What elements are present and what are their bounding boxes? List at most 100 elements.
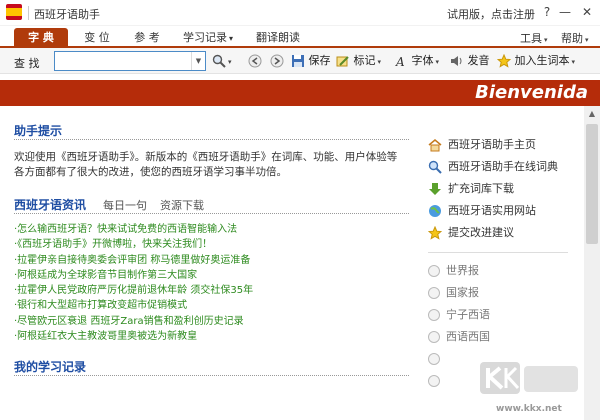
radio-icon [428, 331, 440, 343]
menu-help[interactable]: 帮助 ▾ [561, 30, 589, 46]
banner-title: Bienvenida [475, 82, 588, 103]
tab-reference[interactable]: 参 考 [122, 28, 172, 48]
welcome-banner: Bienvenida [0, 80, 600, 106]
link-useful-sites-label: 西班牙语实用网站 [448, 204, 536, 217]
watermark: www.kkx.net [478, 358, 588, 418]
paper-xiyu-xiguo[interactable]: 西语西国 [428, 328, 490, 346]
toolbar: 查 找 ▼ ▾ 保存 标记 ▾ A 字体 ▾ 发音 加入生词本 ▾ [0, 48, 600, 74]
link-feedback-label: 提交改进建议 [448, 226, 514, 239]
chevron-down-icon: ▾ [228, 58, 232, 66]
magnifier-icon [428, 160, 442, 174]
font-button[interactable]: A 字体 ▾ [394, 53, 439, 69]
save-button-label: 保存 [308, 54, 331, 67]
chevron-down-icon: ▾ [435, 58, 440, 66]
news-item[interactable]: ·《西班牙语助手》开微博啦，快来关注我们！ [14, 237, 409, 252]
news-item[interactable]: ·阿根廷红衣大主教波哥里奥被选为新教皇 [14, 329, 409, 344]
menu-help-label: 帮助 [561, 32, 583, 45]
paper-label: 西语西国 [446, 330, 490, 343]
font-a-icon: A [395, 55, 405, 68]
tab-translate[interactable]: 翻译朗读 [246, 28, 310, 48]
menu-tools[interactable]: 工具 ▾ [520, 30, 548, 46]
window-title: 西班牙语助手 [34, 8, 100, 21]
star-icon [428, 226, 442, 240]
tips-title: 助手提示 [14, 124, 63, 138]
paper-label: 国家报 [446, 286, 479, 299]
register-link[interactable]: 试用版，点击注册 [447, 6, 535, 22]
svg-text:A: A [395, 55, 405, 68]
tab-study-record[interactable]: 学习记录 ▾ [176, 28, 240, 48]
tab-dictionary[interactable]: 字 典 [14, 28, 68, 48]
link-homepage[interactable]: 西班牙语助手主页 [428, 136, 536, 154]
radio-extra[interactable] [428, 372, 446, 390]
records-title[interactable]: 我的学习记录 [14, 358, 86, 375]
help-button[interactable]: ? [538, 4, 556, 20]
news-title[interactable]: 西班牙语资讯 [14, 196, 86, 213]
radio-icon [428, 375, 440, 387]
paper-el-pais[interactable]: 国家报 [428, 284, 479, 302]
link-dict-download-label: 扩充词库下载 [448, 182, 514, 195]
magnifier-icon [212, 54, 226, 68]
paper-label: 宁子西语 [446, 308, 490, 321]
link-dict-download[interactable]: 扩充词库下载 [428, 180, 514, 198]
find-label: 查 找 [14, 57, 40, 70]
chevron-down-icon: ▾ [585, 36, 589, 44]
speak-button[interactable]: 发音 [450, 53, 490, 69]
section-divider [14, 139, 409, 140]
back-button[interactable] [248, 53, 262, 69]
download-arrow-icon [429, 183, 441, 195]
watermark-url: www.kkx.net [496, 404, 562, 414]
news-item[interactable]: ·尽管欧元区衰退 西班牙Zara销售和盈利创历史记录 [14, 314, 409, 329]
radio-icon [428, 353, 440, 365]
search-input[interactable] [55, 52, 191, 70]
scroll-thumb[interactable] [586, 124, 598, 244]
close-button[interactable]: ✕ [578, 4, 596, 20]
forward-button[interactable] [270, 53, 284, 69]
paper-el-mundo[interactable]: 世界报 [428, 262, 479, 280]
link-online-dictionary[interactable]: 西班牙语助手在线词典 [428, 158, 558, 176]
font-button-label: 字体 [411, 54, 434, 67]
panel-divider [428, 252, 568, 253]
link-online-dictionary-label: 西班牙语助手在线词典 [448, 160, 558, 173]
title-bar: 西班牙语助手 试用版，点击注册 ? — ✕ [0, 0, 600, 26]
scroll-up-arrow-icon[interactable]: ▲ [584, 106, 600, 122]
spanish-flag-icon [6, 4, 22, 20]
title-divider [28, 6, 29, 20]
paper-ningzi[interactable]: 宁子西语 [428, 306, 490, 324]
news-item[interactable]: ·拉霍伊亲自接待奥委会评审团 称马德里做好奥运准备 [14, 253, 409, 268]
star-icon [497, 54, 511, 68]
add-vocab-label: 加入生词本 [514, 54, 570, 67]
tab-conjugation[interactable]: 变 位 [72, 28, 122, 48]
tab-resource-download[interactable]: 资源下载 [160, 197, 204, 213]
main-tabs: 字 典 变 位 参 考 学习记录 ▾ 翻译朗读 工具 ▾ 帮助 ▾ [0, 26, 600, 48]
news-list: ·怎么输西班牙语？快来试试免费的西语智能输入法 ·《西班牙语助手》开微博啦，快来… [14, 222, 409, 344]
menu-tools-label: 工具 [520, 32, 542, 45]
search-button[interactable]: ▾ [212, 53, 232, 69]
minimize-button[interactable]: — [556, 4, 574, 20]
link-useful-sites[interactable]: 西班牙语实用网站 [428, 202, 536, 220]
save-button[interactable]: 保存 [291, 53, 331, 69]
section-divider [14, 213, 409, 214]
mark-button-label: 标记 [353, 54, 376, 67]
chevron-down-icon: ▾ [544, 36, 548, 44]
home-icon [428, 139, 442, 152]
link-feedback[interactable]: 提交改进建议 [428, 224, 514, 242]
floppy-disk-icon [292, 55, 304, 67]
news-item[interactable]: ·银行和大型超市打算改变超市促销模式 [14, 298, 409, 313]
search-history-dropdown[interactable]: ▼ [191, 52, 205, 70]
news-item[interactable]: ·拉霍伊人民党政府严厉化提前退休年龄 须交社保35年 [14, 283, 409, 298]
kk-download-logo [480, 362, 578, 394]
mark-button[interactable]: 标记 ▾ [336, 53, 381, 69]
radio-icon [428, 309, 440, 321]
tab-daily-sentence[interactable]: 每日一句 [103, 197, 147, 213]
radio-extra[interactable] [428, 350, 446, 368]
add-vocab-button[interactable]: 加入生词本 ▾ [497, 53, 575, 69]
link-homepage-label: 西班牙语助手主页 [448, 138, 536, 151]
search-box: ▼ [54, 51, 206, 71]
news-item[interactable]: ·阿根廷成为全球影音节目制作第三大国家 [14, 268, 409, 283]
chevron-down-icon: ▾ [377, 58, 382, 66]
back-arrow-icon [248, 54, 262, 68]
radio-icon [428, 287, 440, 299]
news-item[interactable]: ·怎么输西班牙语？快来试试免费的西语智能输入法 [14, 222, 409, 237]
chevron-down-icon: ▾ [571, 58, 576, 66]
pencil-mark-icon [336, 56, 349, 67]
